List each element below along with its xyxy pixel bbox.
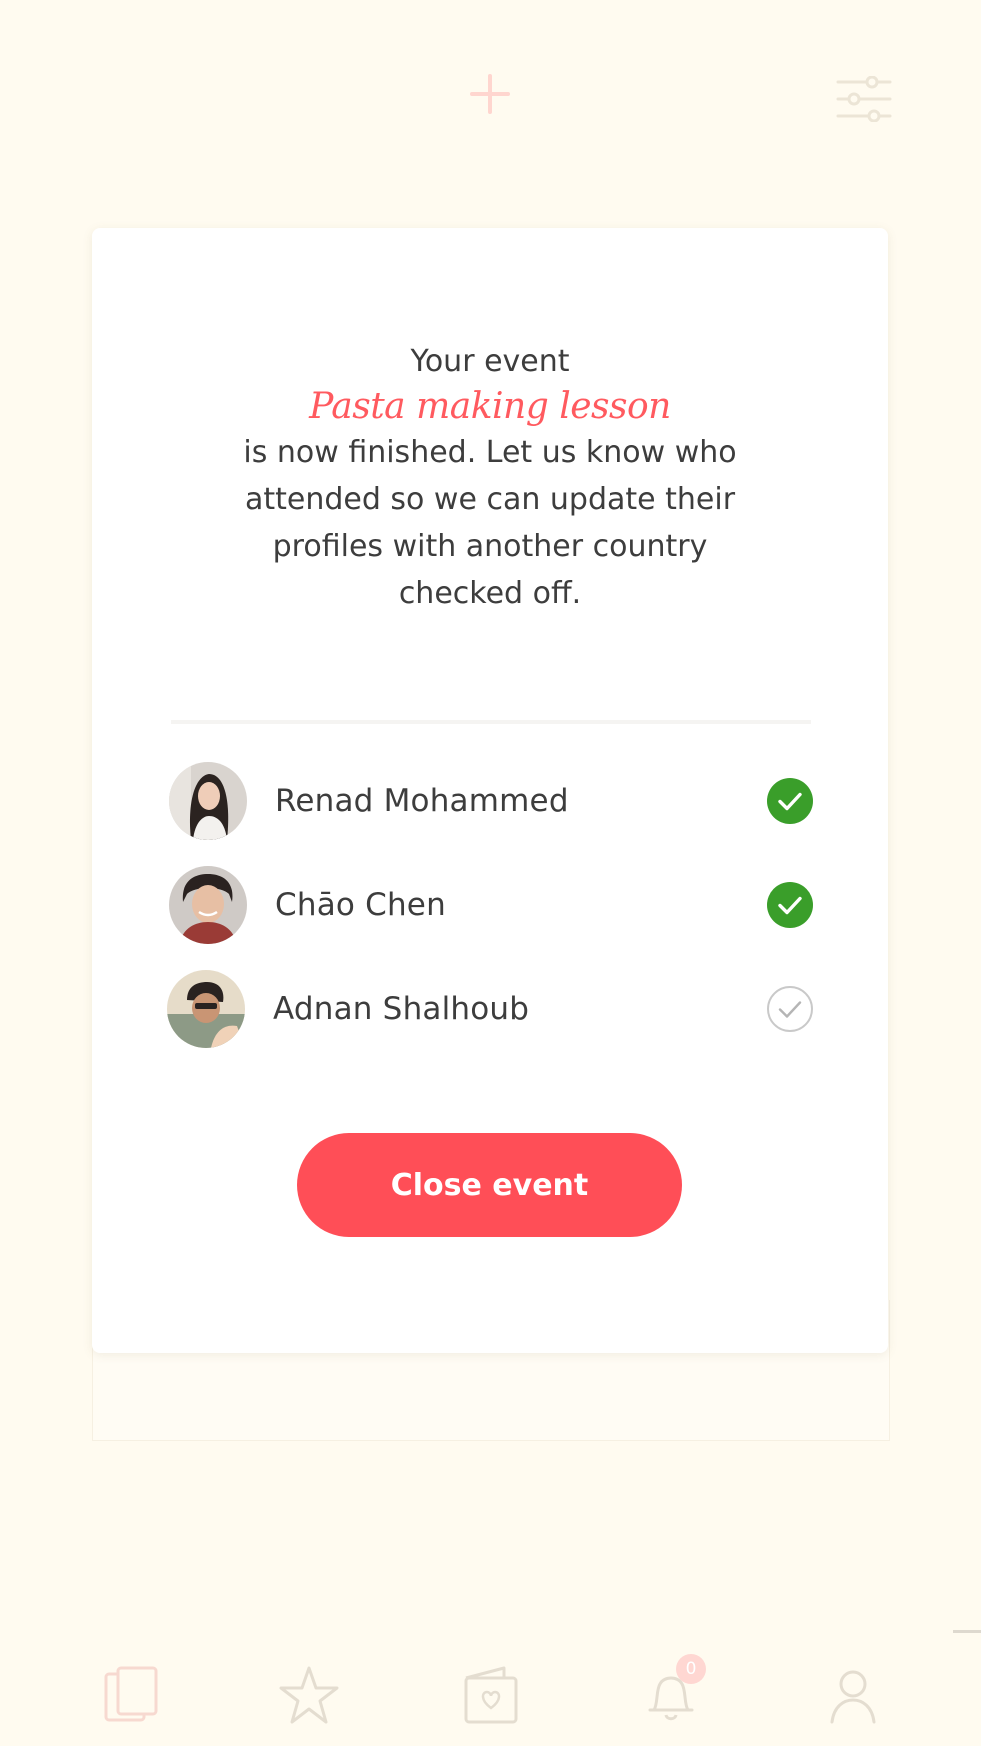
message-body: is now finished. Let us know who attende… <box>243 435 737 611</box>
profile-icon <box>830 1670 876 1724</box>
attendee-name: Adnan Shalhoub <box>273 991 530 1027</box>
avatar <box>169 866 247 944</box>
close-event-modal: Your event Pasta making lesson is now fi… <box>92 228 888 1353</box>
bottom-tab-bar: 0 <box>0 1630 981 1746</box>
filter-sliders-icon <box>836 75 892 123</box>
passport-heart-icon <box>464 1666 518 1724</box>
divider <box>171 720 811 724</box>
tab-profile[interactable] <box>818 1660 888 1730</box>
attendee-name: Chāo Chen <box>275 887 446 923</box>
tab-passport[interactable] <box>456 1660 526 1730</box>
attendance-toggle[interactable] <box>767 778 813 824</box>
attendance-toggle[interactable] <box>767 882 813 928</box>
attendee-row[interactable]: Chāo Chen <box>169 866 813 970</box>
tab-favorites[interactable] <box>274 1660 344 1730</box>
add-event-button[interactable] <box>468 72 512 116</box>
attendee-row[interactable]: Adnan Shalhoub <box>167 970 813 1074</box>
check-circle-icon <box>778 896 802 915</box>
modal-message: Your event Pasta making lesson is now fi… <box>92 338 888 617</box>
event-name: Pasta making lesson <box>309 386 671 427</box>
star-icon <box>279 1666 339 1724</box>
attendee-row[interactable]: Renad Mohammed <box>169 762 813 866</box>
notification-badge: 0 <box>676 1654 706 1684</box>
close-event-button[interactable]: Close event <box>297 1133 682 1237</box>
cards-icon <box>104 1666 158 1722</box>
avatar <box>169 762 247 840</box>
tab-cards[interactable] <box>96 1660 166 1730</box>
filter-button[interactable] <box>836 75 892 123</box>
tab-notifications[interactable]: 0 <box>636 1654 706 1730</box>
message-intro: Your event <box>410 344 570 379</box>
tab-bar-divider <box>953 1630 981 1633</box>
check-circle-outline-icon <box>778 1001 802 1018</box>
attendance-toggle[interactable] <box>767 986 813 1032</box>
avatar <box>167 970 245 1048</box>
plus-icon <box>470 74 510 114</box>
check-circle-icon <box>778 792 802 811</box>
attendee-list: Renad Mohammed Chāo Chen Adnan Shalhoub <box>167 762 813 1074</box>
attendee-name: Renad Mohammed <box>275 783 569 819</box>
